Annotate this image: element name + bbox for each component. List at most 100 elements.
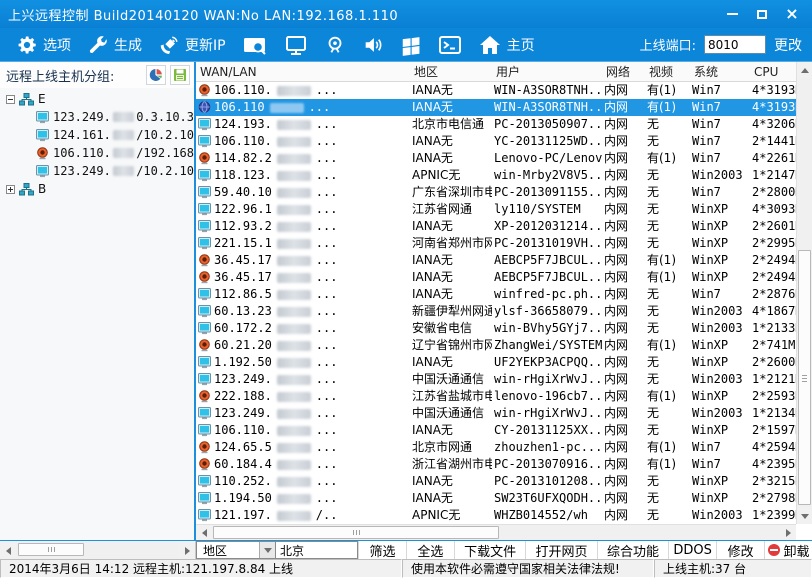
table-row[interactable]: 106.110....IANA无CY-20131125XX...内网无WinXP… [196,422,796,439]
tree-horizontal-scrollbar[interactable] [0,541,196,559]
region-dropdown[interactable]: 地区 [196,541,276,559]
scroll-left-arrow[interactable] [196,525,212,540]
table-row[interactable]: 1.192.50...IANA无UF2YEKP3ACPQQ...内网无WinXP… [196,354,796,371]
cpu-cell: 4*2395MHz [750,456,796,473]
remote-desktop-button[interactable] [278,32,314,58]
cpu-cell: 4*3193MHz [750,82,796,99]
save-icon[interactable] [170,65,190,85]
tree-host-item[interactable]: 123.249.0.3.10.3 [6,108,194,126]
table-row[interactable]: 121.197./..APNIC无WHZB014552/wh内网无Win2003… [196,507,796,524]
system-cell: Win7 [690,82,750,99]
minimize-button[interactable] [724,6,740,22]
network-cell: 内网 [602,252,645,269]
video-cell: 无 [645,184,690,201]
table-row[interactable]: 114.82.2...IANA无Lenovo-PC/Lenovo内网有(1)Wi… [196,150,796,167]
vertical-scroll-thumb[interactable] [798,250,811,505]
user-cell: win-rHgiXrWvJ... [492,405,602,422]
table-row[interactable]: 124.193....北京市电信通PC-2013050907...内网无Win7… [196,116,796,133]
update-ip-button[interactable]: 更新IP [152,32,232,58]
column-header-4[interactable]: 视频 [645,62,690,82]
audio-button[interactable] [356,32,390,58]
horizontal-scrollbar[interactable] [196,524,796,540]
column-header-5[interactable]: 系统 [690,62,750,82]
region-filter-input[interactable]: 北京 [276,541,358,559]
file-search-button[interactable] [236,32,274,58]
table-row[interactable]: 123.249....中国沃通通信win-rHgiXrWvJ...内网无Win2… [196,405,796,422]
generate-button[interactable]: 生成 [81,32,148,58]
column-header-0[interactable]: WAN/LAN [196,62,410,82]
table-row[interactable]: 1.194.50...IANA无SW23T6UFXQODH...内网无WinXP… [196,490,796,507]
webcam-button[interactable] [318,32,352,58]
combined-functions-button[interactable]: 综合功能 [597,541,668,559]
wan-ip-suffix: ... [316,490,338,507]
ddos-button[interactable]: DDOS [668,541,716,559]
region-cell: 安徽省电信 [410,320,492,337]
table-row[interactable]: 106.110....IANA无WIN-A3SOR8TNH...内网有(1)Wi… [196,82,796,99]
scroll-right-arrow[interactable] [780,525,796,540]
maximize-button[interactable] [754,6,770,22]
open-webpage-button[interactable]: 打开网页 [525,541,596,559]
tree-group-B[interactable]: B [6,180,194,198]
home-button[interactable]: 主页 [472,32,541,58]
table-row[interactable]: 60.13.23...新疆伊犁州网通ylsf-36658079...内网无Win… [196,303,796,320]
cpu-cell: 2*2601MHz [750,218,796,235]
tree-group-E[interactable]: E [6,90,194,108]
table-row[interactable]: 36.45.17...IANA无AEBCP5F7JBCUL...内网有(1)Wi… [196,269,796,286]
table-row[interactable]: 118.123....APNIC无win-Mrby2V8V5...内网无Win2… [196,167,796,184]
filter-button[interactable]: 筛选 [358,541,406,559]
tree-host-item[interactable]: 106.110./192.168 [6,144,194,162]
user-cell: PC-2013050907... [492,116,602,133]
table-row[interactable]: 60.21.20...辽宁省锦州市网通ZhangWei/SYSTEM内网有(1)… [196,337,796,354]
scroll-up-arrow[interactable] [797,62,812,78]
table-row[interactable]: 112.86.5...IANA无winfred-pc.ph...内网无Win72… [196,286,796,303]
table-row[interactable]: 110.252....IANA无PC-2013101208...内网无WinXP… [196,473,796,490]
column-header-3[interactable]: 网络 [602,62,645,82]
modify-button[interactable]: 修改 [716,541,764,559]
wan-ip-prefix: 123.249. [214,405,272,422]
network-cell: 内网 [602,337,645,354]
options-button[interactable]: 选项 [10,32,77,58]
table-row[interactable]: 106.110....IANA无YC-20131125WD...内网无Win72… [196,133,796,150]
collapse-icon[interactable] [6,95,15,104]
terminal-button[interactable] [432,32,468,58]
close-button[interactable]: × [784,6,800,22]
tree-host-item[interactable]: 123.249./10.2.10 [6,162,194,180]
table-row[interactable]: 124.65.5...北京市网通zhouzhen1-pc....内网有(1)Wi… [196,439,796,456]
port-input[interactable] [704,35,766,54]
table-row[interactable]: 221.15.1...河南省郑州市网通PC-20131019VH...内网无Wi… [196,235,796,252]
wan-ip-suffix: ... [316,439,338,456]
column-header-2[interactable]: 用户 [492,62,602,82]
table-row[interactable]: 222.188....江苏省盐城市电信lenovo-196cb7...内网有(1… [196,388,796,405]
table-row[interactable]: 36.45.17...IANA无AEBCP5F7JBCUL...内网有(1)Wi… [196,252,796,269]
network-cell: 内网 [602,354,645,371]
table-row[interactable]: 122.96.1...江苏省网通ly110/SYSTEM内网无WinXP4*30… [196,201,796,218]
table-row[interactable]: 112.93.2...IANA无XP-2012031214...内网无WinXP… [196,218,796,235]
system-cell: Win7 [690,286,750,303]
tree-scroll-left-arrow[interactable] [0,542,16,559]
windows-button[interactable] [394,32,428,58]
pie-chart-icon[interactable] [146,65,166,85]
tree-host-item[interactable]: 124.161./10.2.10 [6,126,194,144]
vertical-scrollbar[interactable] [796,62,812,524]
column-header-1[interactable]: 地区 [410,62,492,82]
table-row[interactable]: 60.172.2...安徽省电信win-BVhy5GYj7...内网无Win20… [196,320,796,337]
table-row[interactable]: 60.184.4...浙江省湖州市电信PC-2013070916...内网有(1… [196,456,796,473]
tree-scroll-right-arrow[interactable] [179,542,195,559]
region-cell: IANA无 [410,490,492,507]
dropdown-arrow-icon[interactable] [259,542,275,558]
blurred-text [277,426,311,436]
tree-scroll-thumb[interactable] [18,543,84,556]
select-all-button[interactable]: 全选 [406,541,454,559]
table-row-selected[interactable]: 106.110...IANA无WIN-A3SOR8TNH..内网有(1)Win7… [196,99,796,116]
scroll-down-arrow[interactable] [797,508,812,524]
table-row[interactable]: 59.40.10...广东省深圳市电信PC-2013091155...内网无Wi… [196,184,796,201]
uninstall-button[interactable]: 卸载 [764,541,812,559]
horizontal-scroll-thumb[interactable] [213,526,499,539]
expand-icon[interactable] [6,185,15,194]
download-file-button[interactable]: 下载文件 [454,541,525,559]
user-cell: CY-20131125XX... [492,422,602,439]
change-port-button[interactable]: 更改 [774,35,802,55]
table-row[interactable]: 123.249....中国沃通通信win-rHgiXrWvJ...内网无Win2… [196,371,796,388]
cpu-cell: 2*3215MHz [750,473,796,490]
user-cell: XP-2012031214... [492,218,602,235]
